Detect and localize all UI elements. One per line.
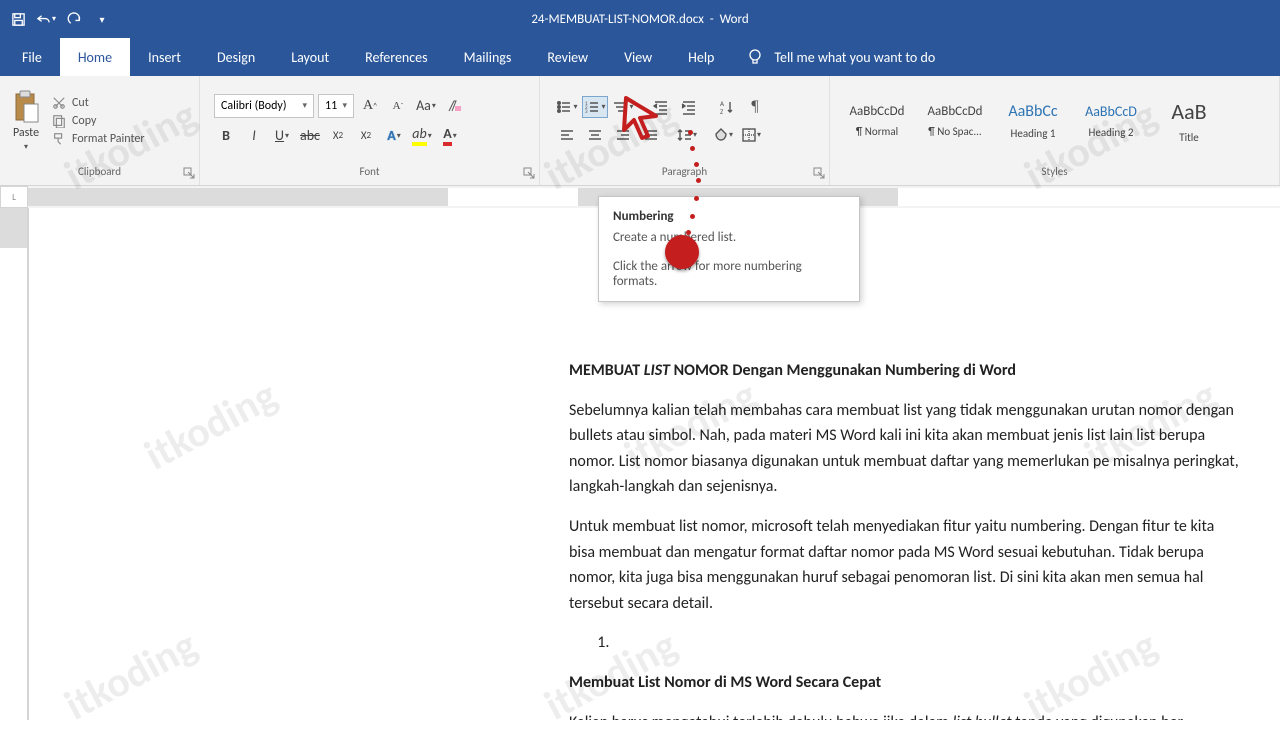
line-spacing-button[interactable]: ▾ [674,124,700,146]
style-heading-2[interactable]: AaBbCcDHeading 2 [1072,87,1150,155]
font-group-label: Font [359,165,379,178]
window-title: 24-MEMBUAT-LIST-NOMOR.docx - Word [120,12,1160,27]
paragraph-group-label: Paragraph [662,165,707,178]
numbering-button[interactable]: 123▾ [582,96,608,118]
borders-button[interactable]: ▾ [738,124,764,146]
tab-file[interactable]: File [4,38,60,76]
bold-button[interactable]: B [214,124,238,148]
svg-text:Z: Z [720,107,724,115]
cut-button[interactable]: Cut [52,96,145,110]
underline-button[interactable]: U [270,124,294,148]
bullets-button[interactable]: ▾ [554,96,580,118]
align-center-button[interactable] [582,124,608,146]
highlight-color-button[interactable]: ab [410,124,434,148]
tab-selector-icon[interactable]: L [0,186,28,208]
tab-home[interactable]: Home [60,38,130,76]
copy-button[interactable]: Copy [52,114,145,128]
doc-subheading: Membuat List Nomor di MS Word Secara Cep… [569,670,1239,696]
style-title[interactable]: AaBTitle [1150,87,1228,155]
shrink-font-button[interactable]: Aˇ [386,94,410,118]
paste-button[interactable]: Paste ▾ [6,90,46,152]
grow-font-button[interactable]: A^ [358,94,382,118]
tab-mailings[interactable]: Mailings [446,38,530,76]
doc-paragraph: Untuk membuat list nomor, microsoft tela… [569,514,1239,616]
shading-button[interactable]: ▾ [710,124,736,146]
align-left-button[interactable] [554,124,580,146]
doc-paragraph: Kalian harus mengetahui terlebih dahulu … [569,710,1239,720]
superscript-button[interactable]: X2 [354,124,378,148]
increase-indent-button[interactable] [676,96,702,118]
tab-help[interactable]: Help [670,38,732,76]
tab-insert[interactable]: Insert [130,38,199,76]
svg-text:3: 3 [585,109,588,115]
style-heading-1[interactable]: AaBbCcHeading 1 [994,87,1072,155]
clear-formatting-button[interactable] [442,94,466,118]
font-dialog-launcher-icon[interactable] [523,167,535,179]
redo-icon[interactable] [60,5,88,33]
multilevel-list-button[interactable]: ▾ [610,96,636,118]
doc-paragraph: Sebelumnya kalian telah membahas cara me… [569,398,1239,500]
save-icon[interactable] [4,5,32,33]
font-color-button[interactable]: A [438,124,462,148]
style--normal[interactable]: AaBbCcDd¶ Normal [838,87,916,155]
styles-group-label: Styles [1041,165,1067,178]
doc-heading: MEMBUAT LIST NOMOR Dengan Menggunakan Nu… [569,358,1239,384]
justify-button[interactable] [638,124,664,146]
tab-view[interactable]: View [606,38,670,76]
decrease-indent-button[interactable] [648,96,674,118]
format-painter-button[interactable]: Format Painter [52,132,145,146]
text-effects-button[interactable]: A [382,124,406,148]
document-page[interactable]: MEMBUAT LIST NOMOR Dengan Menggunakan Nu… [469,228,1280,720]
tab-references[interactable]: References [347,38,445,76]
clipboard-dialog-launcher-icon[interactable] [183,167,195,179]
style--no-spac-[interactable]: AaBbCcDd¶ No Spac... [916,87,994,155]
italic-button[interactable]: I [242,124,266,148]
clipboard-group-label: Clipboard [78,165,121,178]
subscript-button[interactable]: X2 [326,124,350,148]
tab-review[interactable]: Review [529,38,606,76]
sort-button[interactable]: AZ [714,96,740,118]
font-name-combo[interactable]: Calibri (Body)▾ [214,94,314,118]
paragraph-dialog-launcher-icon[interactable] [813,167,825,179]
vertical-ruler[interactable] [0,208,28,720]
list-item [613,630,1239,656]
show-hide-marks-button[interactable]: ¶ [742,96,768,118]
change-case-button[interactable]: Aa [414,94,438,118]
strikethrough-button[interactable]: abc [298,124,322,148]
qat-customize-icon[interactable]: ▾ [88,5,116,33]
numbering-tooltip: Numbering Create a numbered list. Click … [598,196,860,302]
tab-layout[interactable]: Layout [273,38,347,76]
tell-me-search[interactable]: Tell me what you want to do [732,38,949,76]
align-right-button[interactable] [610,124,636,146]
tab-design[interactable]: Design [199,38,273,76]
font-size-combo[interactable]: 11▾ [318,94,354,118]
undo-icon[interactable]: ▾ [32,5,60,33]
